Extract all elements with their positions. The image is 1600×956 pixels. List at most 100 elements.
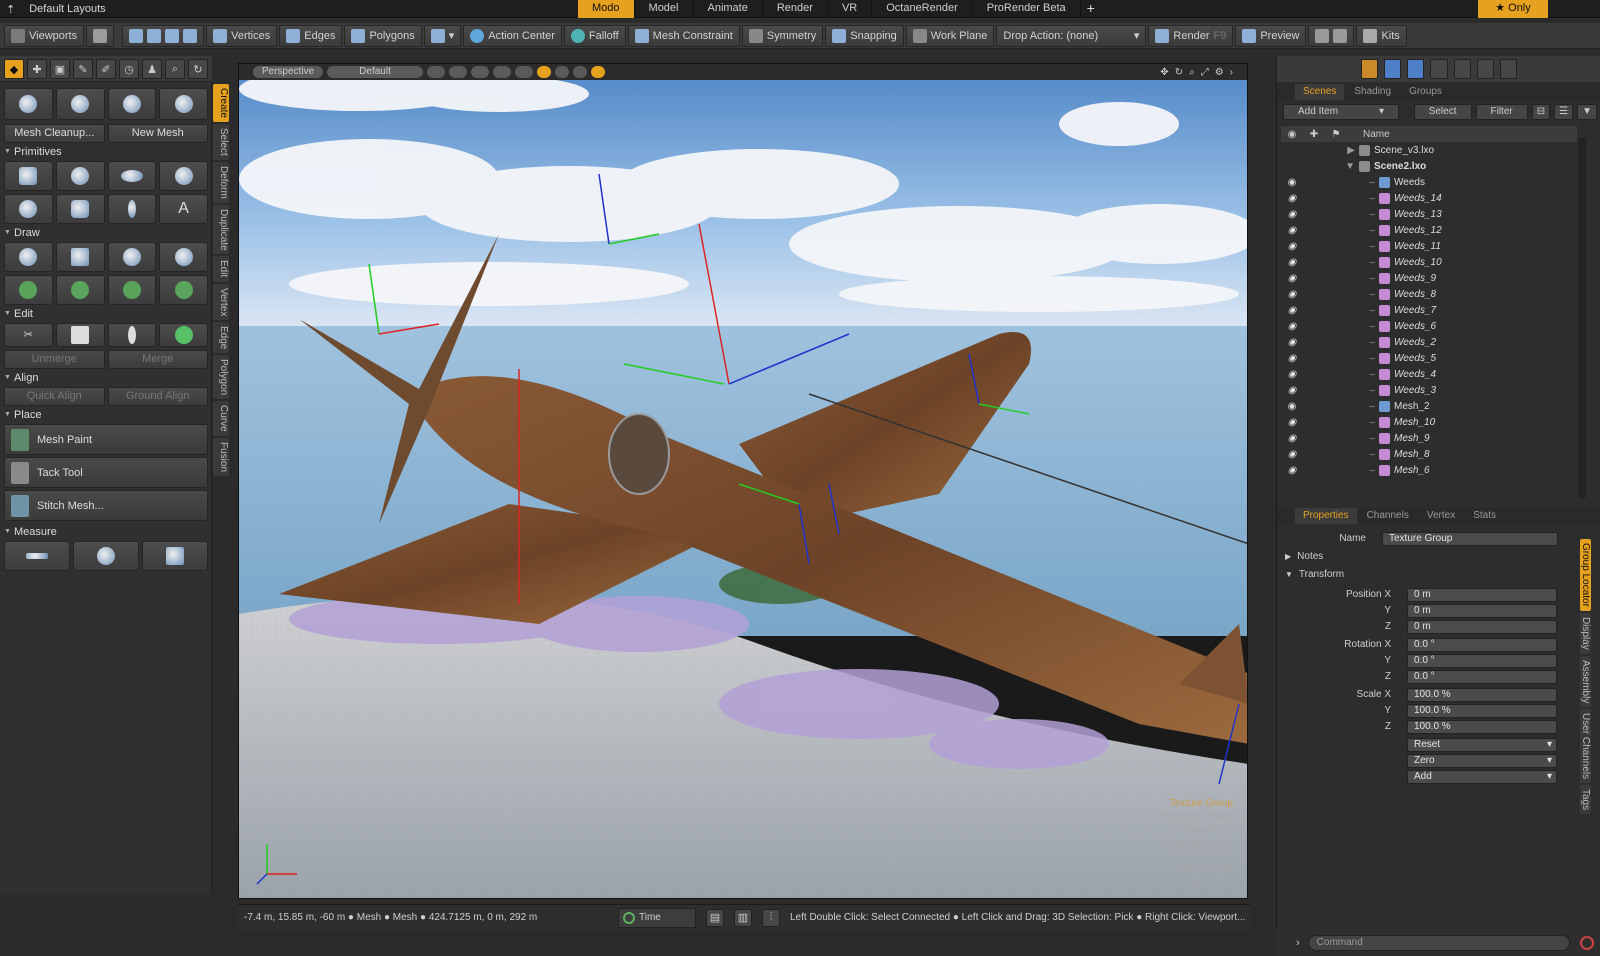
collapse-icon[interactable]: ⊟ (1531, 104, 1551, 120)
tool-tab-vertex[interactable]: Vertex (213, 283, 229, 320)
list-icon[interactable]: ☰ (1554, 104, 1574, 120)
scene-item[interactable]: ◉ – Weeds_8 (1281, 286, 1577, 302)
visibility-eye-icon[interactable]: ◉ (1281, 449, 1303, 460)
scale-z-field[interactable]: 100.0 % (1407, 719, 1557, 734)
visibility-eye-icon[interactable]: ◉ (1281, 225, 1303, 236)
edit-section[interactable]: Edit (4, 305, 208, 323)
visibility-eye-icon[interactable]: ◉ (1281, 209, 1303, 220)
lock-col-icon[interactable]: ✚ (1303, 129, 1325, 140)
brush-icon[interactable]: ✎ (73, 59, 93, 79)
visibility-eye-icon[interactable]: ◉ (1281, 257, 1303, 268)
mesh-paint-button[interactable]: Mesh Paint (4, 424, 208, 455)
visibility-eye-icon[interactable]: ◉ (1281, 193, 1303, 204)
deformer-icon[interactable] (1384, 59, 1402, 79)
action-center-button[interactable]: Action Center (463, 24, 562, 47)
render-toggle-icon[interactable] (555, 66, 569, 78)
symmetry-button[interactable]: Symmetry (741, 24, 824, 47)
select-mode-icon[interactable]: ▣ (50, 59, 70, 79)
primitives-section[interactable]: Primitives (4, 143, 208, 161)
sphere-button[interactable] (55, 161, 105, 191)
scene-item[interactable]: ◉ – Mesh_10 (1281, 414, 1577, 430)
transform-section[interactable]: ▼ Transform (1285, 567, 1585, 582)
position-y-field[interactable]: 0 m (1407, 603, 1557, 618)
layout-tab-octanerender[interactable]: OctaneRender (872, 0, 973, 18)
visibility-eye-icon[interactable]: ◉ (1281, 305, 1303, 316)
panel-toggle-button[interactable] (1308, 24, 1355, 47)
lock-toggle-icon[interactable] (591, 66, 605, 78)
properties-tab-channels[interactable]: Channels (1359, 508, 1417, 524)
visibility-eye-icon[interactable]: ◉ (1281, 369, 1303, 380)
tool-tab-polygon[interactable]: Polygon (213, 355, 229, 400)
camera-toggle-icon[interactable] (515, 66, 533, 78)
model-mode-icon[interactable]: ◆ (4, 59, 24, 79)
layouts-menu[interactable]: ⇡ Default Layouts (6, 2, 106, 16)
scene-item[interactable]: ◉ – Weeds_10 (1281, 254, 1577, 270)
keys-icon[interactable]: ⫶ (762, 908, 780, 927)
visibility-eye-icon[interactable]: ◉ (1281, 353, 1303, 364)
scene-item[interactable]: ◉ – Weeds_4 (1281, 366, 1577, 382)
curve-tool-3[interactable] (107, 275, 157, 305)
refresh-icon[interactable]: ↻ (188, 59, 208, 79)
mesh-item-icon[interactable] (1499, 59, 1517, 79)
side-tab-tags[interactable]: Tags (1580, 785, 1591, 815)
scene-item[interactable]: ◉ – Mesh_6 (1281, 462, 1577, 478)
select-button[interactable]: Select (1413, 104, 1472, 120)
cube-button[interactable] (4, 161, 53, 191)
add-menu[interactable]: Add ▾ (1407, 769, 1557, 784)
kits-button[interactable]: Kits (1356, 24, 1407, 47)
scene-item[interactable]: ▼ Scene2.lxo (1281, 158, 1577, 174)
scene-item[interactable]: ◉ – Weeds_11 (1281, 238, 1577, 254)
preview-button[interactable]: Preview (1235, 24, 1307, 47)
visibility-eye-icon[interactable]: ◉ (1281, 417, 1303, 428)
zero-menu[interactable]: Zero ▾ (1407, 753, 1557, 768)
properties-tab-properties[interactable]: Properties (1295, 508, 1357, 524)
ruler-button[interactable] (4, 541, 70, 571)
work-plane-button[interactable]: Work Plane (905, 24, 995, 47)
scene-item[interactable]: ◉ – Weeds_9 (1281, 270, 1577, 286)
render-col-icon[interactable]: ⚑ (1325, 129, 1347, 140)
mesh-constraint-button[interactable]: Mesh Constraint (627, 24, 740, 47)
visibility-eye-icon[interactable]: ◉ (1281, 177, 1303, 188)
curve-tool-2[interactable] (55, 275, 105, 305)
stop-icon[interactable] (1579, 936, 1594, 950)
visibility-eye-icon[interactable]: ◉ (1281, 465, 1303, 476)
draw-tool-3[interactable] (107, 242, 157, 272)
command-input[interactable]: Command (1307, 935, 1570, 951)
scene-item[interactable]: ◉ – Mesh_8 (1281, 446, 1577, 462)
scale-y-field[interactable]: 100.0 % (1407, 703, 1557, 718)
draw-tool-2[interactable] (55, 242, 105, 272)
visibility-eye-icon[interactable]: ◉ (1281, 289, 1303, 300)
new-mesh-button[interactable]: New Mesh (107, 124, 208, 143)
tool-tab-fusion[interactable]: Fusion (213, 438, 229, 477)
timeline-icon[interactable]: ▥ (734, 908, 752, 927)
name-field[interactable]: Texture Group (1382, 531, 1558, 546)
scale-x-field[interactable]: 100.0 % (1407, 687, 1557, 702)
tool-tab-create[interactable]: Create (213, 84, 229, 123)
cut-button[interactable]: ✂ (4, 323, 53, 347)
scene-item[interactable]: ◉ – Weeds_7 (1281, 302, 1577, 318)
grid-toggle-icon[interactable] (449, 66, 467, 78)
tool-tab-select[interactable]: Select (213, 124, 229, 160)
notes-section[interactable]: ▶ Notes (1285, 549, 1585, 564)
draw-section[interactable]: Draw (4, 224, 208, 242)
only-button[interactable]: ★ Only (1478, 0, 1548, 18)
zoom-view-icon[interactable]: ⌕ (1189, 67, 1195, 78)
visibility-col-icon[interactable]: ◉ (1281, 129, 1303, 140)
user-icon[interactable]: ♟ (142, 59, 162, 79)
search-icon[interactable]: ⌕ (165, 59, 185, 79)
layout-tab-vr[interactable]: VR (828, 0, 873, 18)
add-tab-button[interactable]: + (1081, 0, 1101, 18)
light-icon[interactable] (1430, 59, 1448, 79)
layout-tab-modo[interactable]: Modo (578, 0, 635, 18)
scene-item[interactable]: ◉ – Weeds_3 (1281, 382, 1577, 398)
cone-button[interactable] (159, 161, 208, 191)
measure-section[interactable]: Measure (4, 523, 208, 541)
shading-menu[interactable]: Default (327, 66, 423, 78)
scene-tab-groups[interactable]: Groups (1401, 84, 1450, 100)
position-x-field[interactable]: 0 m (1407, 587, 1557, 602)
layout-tab-render[interactable]: Render (763, 0, 828, 18)
tool-tab-duplicate[interactable]: Duplicate (213, 204, 229, 255)
settings-icon[interactable]: ⚙ (1215, 67, 1224, 78)
funnel-icon[interactable]: ▼ (1577, 104, 1597, 120)
tool-tab-edit[interactable]: Edit (213, 256, 229, 282)
